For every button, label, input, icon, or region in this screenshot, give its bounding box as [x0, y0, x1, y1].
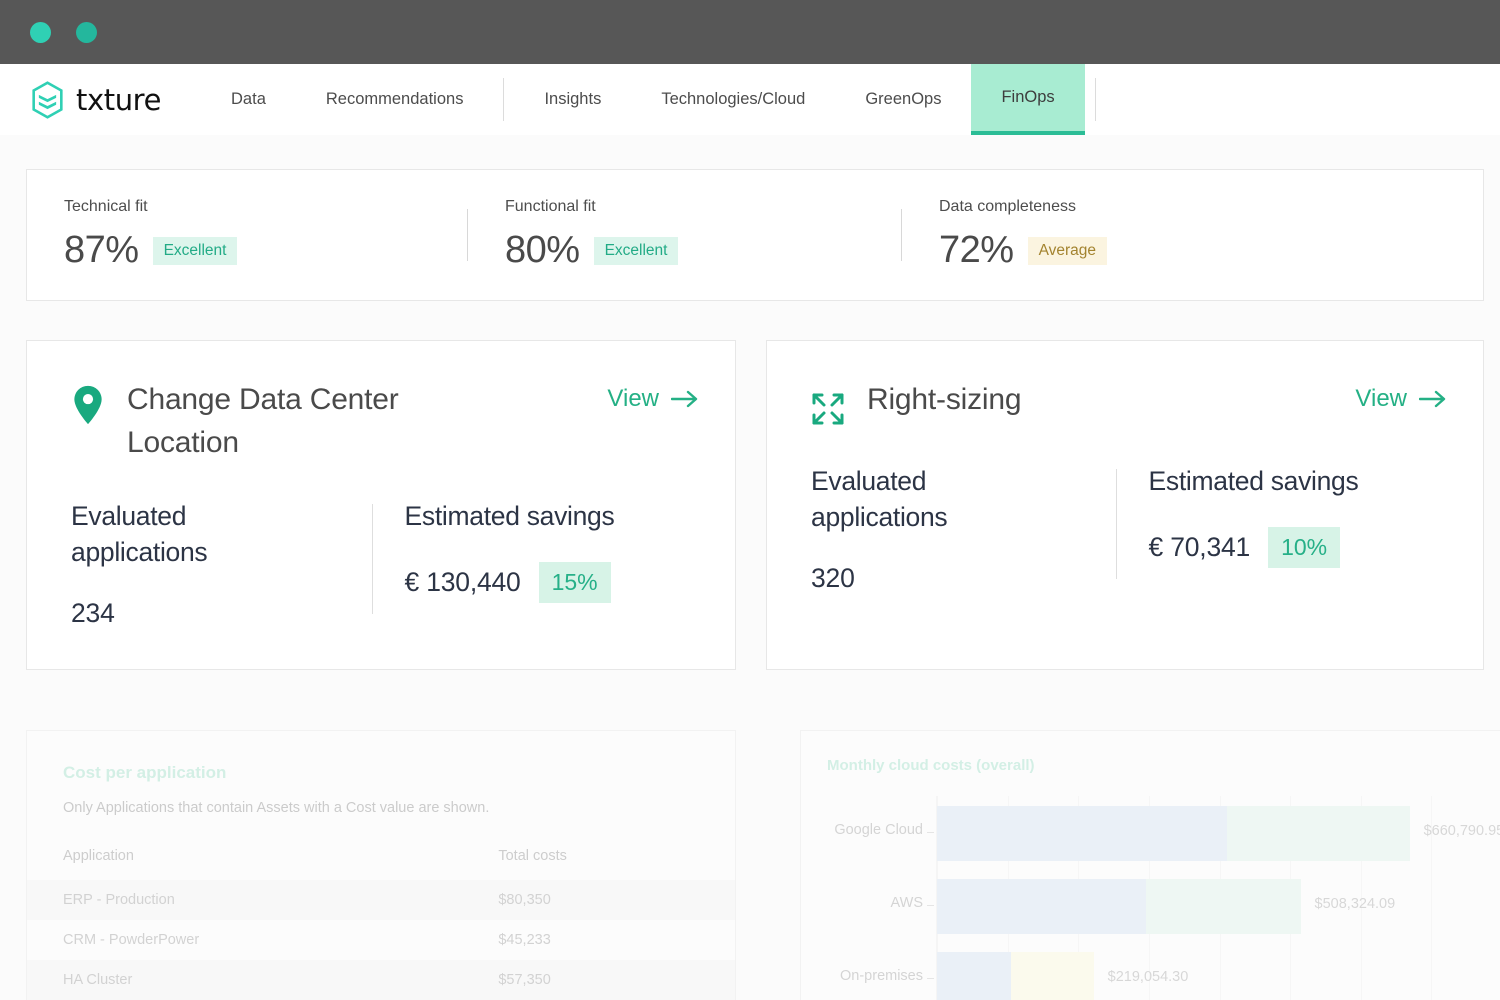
stat-divider — [372, 504, 373, 614]
stat-value: € 70,341 — [1149, 532, 1251, 563]
cell-application: ERP - Production — [27, 880, 498, 920]
arrow-right-icon — [671, 390, 699, 408]
chart-axis-tick — [927, 832, 934, 833]
stat-label: Evaluated applications — [71, 498, 286, 570]
chart-value-label: $660,790.95 — [1424, 823, 1500, 839]
fit-functional: Functional fit 80% Excellent — [468, 198, 901, 272]
savings-percent-badge: 10% — [1268, 527, 1340, 568]
txture-logo-icon — [30, 81, 65, 119]
fit-functional-badge: Excellent — [594, 237, 679, 265]
chart-bar-segment — [1011, 952, 1093, 1000]
chart-category-label: AWS — [891, 895, 924, 911]
chart-bar-segment — [937, 806, 1227, 861]
chart-bar-row[interactable]: On-premises $219,054.30 — [801, 946, 1500, 1000]
cost-table: Application Total costs ERP - Production… — [27, 842, 735, 1000]
bar-chart: Google Cloud $660,790.95 AWS $508,324.09 On-… — [801, 796, 1500, 1000]
fit-data-completeness-label: Data completeness — [939, 198, 1332, 216]
table-row[interactable]: ERP - Production$80,350 — [27, 880, 735, 920]
chart-axis-tick — [927, 978, 934, 979]
chart-bar-segment — [937, 952, 1011, 1000]
stat-value: 234 — [71, 598, 115, 629]
map-pin-icon — [71, 385, 105, 425]
nav-divider-2 — [1095, 78, 1096, 121]
fit-technical-value: 87% — [64, 229, 139, 272]
view-link-right-sizing[interactable]: View — [1355, 385, 1447, 413]
recommendation-card-change-dc: Change Data Center Location View Evaluat… — [26, 340, 736, 670]
nav-item-finops[interactable]: FinOps — [971, 64, 1084, 135]
chart-category-label: On-premises — [840, 968, 923, 984]
window-dot-maximize[interactable] — [76, 22, 97, 43]
table-header-row: Application Total costs — [27, 842, 735, 880]
chart-bar-segment — [1146, 879, 1301, 934]
page-content: Technical fit 87% Excellent Functional f… — [0, 135, 1500, 1000]
nav-item-greenops[interactable]: GreenOps — [835, 64, 971, 135]
recommendation-title-right-sizing: Right-sizing — [867, 379, 1021, 422]
chart-bar-segment — [1227, 806, 1410, 861]
recommendation-card-right-sizing: Right-sizing View Evaluated applications… — [766, 340, 1484, 670]
cost-panel-subtitle: Only Applications that contain Assets wi… — [27, 783, 735, 816]
stat-value: 320 — [811, 563, 855, 594]
cell-total-costs: $45,233 — [498, 920, 735, 960]
brand-name: txture — [76, 83, 161, 117]
recommendation-title-change-dc: Change Data Center Location — [127, 379, 457, 464]
stat-label: Evaluated applications — [811, 463, 1026, 535]
stat-value: € 130,440 — [405, 567, 521, 598]
chart-axis-tick — [927, 905, 934, 906]
table-row[interactable]: CRM - PowderPower$45,233 — [27, 920, 735, 960]
chart-bar-row[interactable]: AWS $508,324.09 — [801, 873, 1500, 939]
nav-item-technologies-cloud[interactable]: Technologies/Cloud — [631, 64, 835, 135]
table-row[interactable]: HA Cluster$57,350 — [27, 960, 735, 1000]
column-header-total-costs[interactable]: Total costs — [498, 842, 735, 880]
stat-divider — [1116, 469, 1117, 579]
chart-category-label: Google Cloud — [834, 822, 923, 838]
cost-panel-title: Cost per application — [27, 731, 735, 783]
cell-total-costs: $57,350 — [498, 960, 735, 1000]
stat-evaluated-applications-change-dc: Evaluated applications 234 — [71, 498, 362, 629]
stat-estimated-savings-right-sizing: Estimated savings € 70,341 10% — [1149, 463, 1444, 594]
window-dot-minimize[interactable] — [30, 22, 51, 43]
cost-per-application-panel: Cost per application Only Applications t… — [26, 730, 736, 1000]
stat-label: Estimated savings — [405, 498, 620, 534]
chart-value-label: $219,054.30 — [1108, 969, 1189, 985]
window-titlebar — [0, 0, 1500, 64]
chart-bar-row[interactable]: Google Cloud $660,790.95 — [801, 800, 1500, 866]
view-link-label: View — [607, 385, 659, 413]
stat-label: Estimated savings — [1149, 463, 1364, 499]
fit-functional-label: Functional fit — [505, 198, 901, 216]
cell-application: CRM - PowderPower — [27, 920, 498, 960]
view-link-label: View — [1355, 385, 1407, 413]
nav-item-recommendations[interactable]: Recommendations — [296, 64, 494, 135]
expand-arrows-icon — [811, 389, 845, 429]
fit-summary-card: Technical fit 87% Excellent Functional f… — [26, 169, 1484, 301]
fit-functional-value: 80% — [505, 229, 580, 272]
savings-percent-badge: 15% — [539, 562, 611, 603]
column-header-application[interactable]: Application — [27, 842, 498, 880]
fit-data-completeness: Data completeness 72% Average — [902, 198, 1332, 272]
fit-data-completeness-badge: Average — [1028, 237, 1107, 265]
nav-divider-1 — [503, 78, 504, 121]
stat-estimated-savings-change-dc: Estimated savings € 130,440 15% — [405, 498, 696, 629]
fit-technical-badge: Excellent — [153, 237, 238, 265]
brand-logo-group[interactable]: txture — [0, 64, 201, 135]
fit-technical-label: Technical fit — [64, 198, 467, 216]
nav-item-data[interactable]: Data — [201, 64, 296, 135]
arrow-right-icon — [1419, 390, 1447, 408]
chart-value-label: $508,324.09 — [1315, 896, 1396, 912]
cell-application: HA Cluster — [27, 960, 498, 1000]
view-link-change-dc[interactable]: View — [607, 385, 699, 413]
main-navbar: txture Data Recommendations Insights Tec… — [0, 64, 1500, 135]
stat-evaluated-applications-right-sizing: Evaluated applications 320 — [811, 463, 1106, 594]
nav-item-insights[interactable]: Insights — [514, 64, 631, 135]
app-window: txture Data Recommendations Insights Tec… — [0, 0, 1500, 1000]
monthly-cloud-costs-panel: Monthly cloud costs (overall) Google Clo… — [800, 730, 1500, 1000]
nav-items: Data Recommendations Insights Technologi… — [201, 64, 1106, 135]
chart-title: Monthly cloud costs (overall) — [801, 731, 1500, 774]
fit-data-completeness-value: 72% — [939, 229, 1014, 272]
chart-bar-segment — [937, 879, 1146, 934]
cell-total-costs: $80,350 — [498, 880, 735, 920]
fit-technical: Technical fit 87% Excellent — [27, 198, 467, 272]
